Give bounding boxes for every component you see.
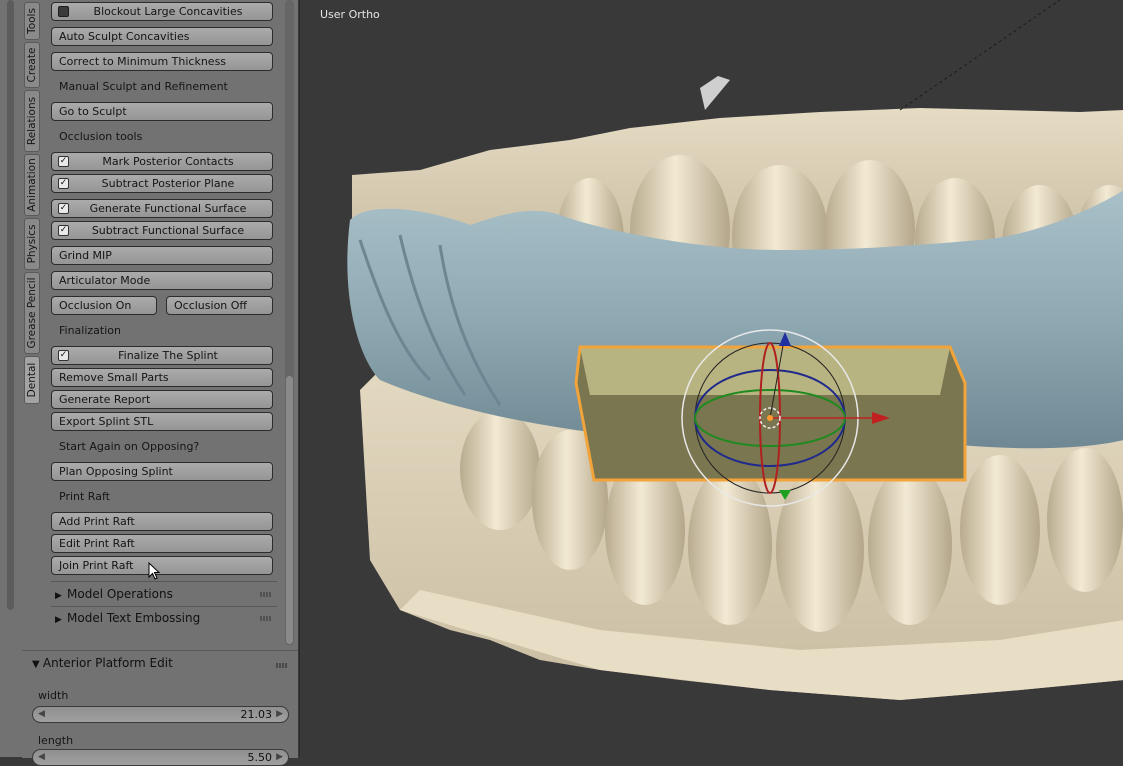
subtract-functional-surface-button[interactable]: ✓ Subtract Functional Surface — [51, 221, 273, 240]
expand-triangle-icon: ▶ — [55, 591, 62, 601]
section-label: Model Operations — [67, 587, 173, 601]
export-splint-stl-button[interactable]: Export Splint STL — [51, 412, 273, 431]
model-text-embossing-section[interactable]: ▶ Model Text Embossing — [55, 608, 278, 628]
button-label: Subtract Functional Surface — [91, 224, 245, 237]
tab-label: Grease Pencil — [26, 277, 38, 349]
tab-dental[interactable]: Dental — [24, 356, 40, 404]
generate-report-button[interactable]: Generate Report — [51, 390, 273, 409]
width-label: width — [38, 689, 69, 702]
width-field[interactable]: ◀ 21.03 ▶ — [32, 706, 289, 723]
occlusion-on-button[interactable]: Occlusion On — [51, 296, 157, 315]
scrollbar-thumb[interactable] — [286, 376, 293, 644]
button-label: Generate Functional Surface — [89, 202, 247, 215]
blockout-large-concavities-button[interactable]: Blockout Large Concavities — [51, 2, 273, 21]
collapse-triangle-icon: ▼ — [32, 659, 43, 670]
tab-physics[interactable]: Physics — [24, 218, 40, 270]
dental-tool-panel: Blockout Large Concavities Auto Sculpt C… — [42, 0, 298, 650]
tab-label: Physics — [26, 224, 38, 264]
decrement-arrow-icon[interactable]: ◀ — [38, 707, 45, 722]
button-label: Mark Posterior Contacts — [102, 155, 234, 168]
expand-triangle-icon: ▶ — [55, 615, 62, 625]
panel-scrollbar[interactable] — [285, 0, 294, 645]
scene-render — [347, 0, 1123, 700]
arrow-cursor-icon — [148, 561, 161, 583]
edit-print-raft-button[interactable]: Edit Print Raft — [51, 534, 273, 553]
section-label: Model Text Embossing — [67, 611, 201, 625]
button-label: Finalize The Splint — [118, 349, 218, 362]
manual-sculpt-label: Manual Sculpt and Refinement — [59, 80, 228, 93]
drag-grip-icon[interactable] — [260, 592, 272, 597]
check-icon[interactable]: ✓ — [58, 350, 69, 361]
grind-mip-button[interactable]: Grind MIP — [51, 246, 273, 265]
correct-min-thickness-button[interactable]: Correct to Minimum Thickness — [51, 52, 273, 71]
generate-functional-surface-button[interactable]: ✓ Generate Functional Surface — [51, 199, 273, 218]
decrement-arrow-icon[interactable]: ◀ — [38, 750, 45, 765]
tab-label: Dental — [26, 362, 38, 398]
left-toolbar-strip — [0, 0, 23, 757]
button-label: Blockout Large Concavities — [93, 5, 243, 18]
check-icon[interactable]: ✓ — [58, 203, 69, 214]
operator-title-text: Anterior Platform Edit — [42, 656, 173, 670]
finalization-label: Finalization — [59, 324, 121, 337]
left-scrollbar[interactable] — [7, 0, 14, 610]
check-icon[interactable]: ✓ — [58, 178, 69, 189]
length-value: 5.50 — [247, 751, 273, 764]
check-icon[interactable]: ✓ — [58, 156, 69, 167]
remove-small-parts-button[interactable]: Remove Small Parts — [51, 368, 273, 387]
drag-grip-icon[interactable] — [276, 663, 288, 668]
tab-animation[interactable]: Animation — [24, 154, 40, 216]
3d-viewport[interactable]: User Ortho — [299, 0, 1123, 757]
occlusion-tools-label: Occlusion tools — [59, 130, 143, 143]
tab-grease-pencil[interactable]: Grease Pencil — [24, 272, 40, 354]
divider — [51, 581, 277, 582]
length-field[interactable]: ◀ 5.50 ▶ — [32, 749, 289, 766]
view-label: User Ortho — [320, 8, 380, 21]
blockout-checkbox[interactable] — [58, 6, 69, 17]
button-label: Subtract Posterior Plane — [101, 177, 235, 190]
articulator-mode-button[interactable]: Articulator Mode — [51, 271, 273, 290]
tool-tabs: Tools Create Relations Animation Physics… — [22, 0, 42, 650]
tab-label: Animation — [26, 158, 38, 212]
tab-label: Tools — [26, 8, 38, 34]
plan-opposing-splint-button[interactable]: Plan Opposing Splint — [51, 462, 273, 481]
length-label: length — [38, 734, 74, 747]
tab-label: Relations — [26, 96, 38, 146]
divider — [51, 606, 277, 607]
width-value: 21.03 — [240, 708, 273, 721]
increment-arrow-icon[interactable]: ▶ — [276, 707, 283, 722]
drag-grip-icon[interactable] — [260, 616, 272, 621]
tab-create[interactable]: Create — [24, 42, 40, 88]
tab-label: Create — [26, 47, 38, 83]
occlusion-off-button[interactable]: Occlusion Off — [166, 296, 273, 315]
mark-posterior-contacts-button[interactable]: ✓ Mark Posterior Contacts — [51, 152, 273, 171]
model-operations-section[interactable]: ▶ Model Operations — [55, 584, 278, 604]
start-again-label: Start Again on Opposing? — [59, 440, 200, 453]
operator-panel-title[interactable]: ▼ Anterior Platform Edit — [32, 656, 173, 670]
tab-relations[interactable]: Relations — [24, 90, 40, 152]
join-print-raft-button[interactable]: Join Print Raft — [51, 556, 273, 575]
finalize-splint-button[interactable]: ✓ Finalize The Splint — [51, 346, 273, 365]
print-raft-label: Print Raft — [59, 490, 110, 503]
auto-sculpt-concavities-button[interactable]: Auto Sculpt Concavities — [51, 27, 273, 46]
tab-tools[interactable]: Tools — [24, 2, 40, 40]
operator-panel: ▼ Anterior Platform Edit width ◀ 21.03 ▶ l… — [22, 650, 298, 766]
add-print-raft-button[interactable]: Add Print Raft — [51, 512, 273, 531]
check-icon[interactable]: ✓ — [58, 225, 69, 236]
subtract-posterior-plane-button[interactable]: ✓ Subtract Posterior Plane — [51, 174, 273, 193]
increment-arrow-icon[interactable]: ▶ — [276, 750, 283, 765]
go-to-sculpt-button[interactable]: Go to Sculpt — [51, 102, 273, 121]
